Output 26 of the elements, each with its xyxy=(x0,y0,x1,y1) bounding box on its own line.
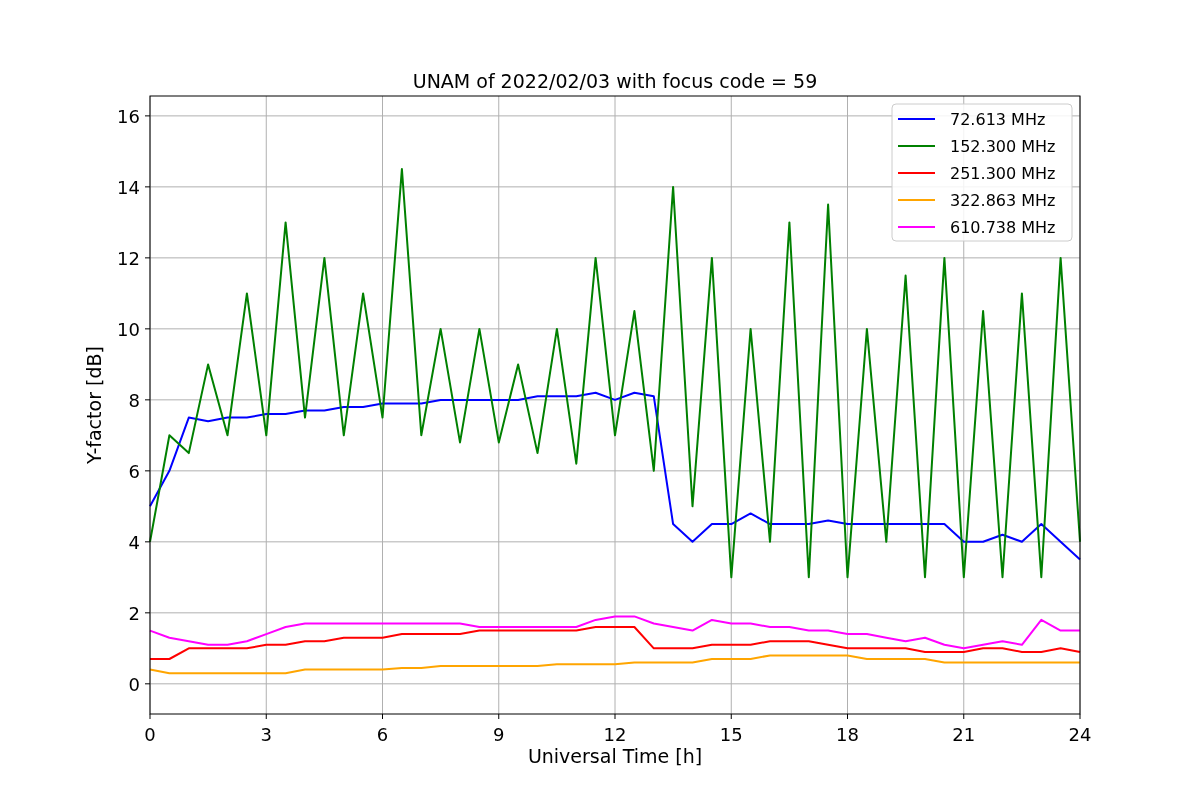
y-tick-label: 0 xyxy=(128,673,140,695)
x-tick-label: 3 xyxy=(260,724,272,745)
y-tick-label: 8 xyxy=(128,389,140,411)
y-tick-label: 14 xyxy=(117,176,140,198)
legend-label: 251.300 MHz xyxy=(950,164,1056,183)
x-tick-label: 9 xyxy=(493,724,505,745)
y-tick-label: 16 xyxy=(117,105,140,127)
y-tick-label: 2 xyxy=(128,602,140,624)
x-tick-label: 21 xyxy=(952,724,976,745)
x-tick-label: 24 xyxy=(1068,724,1092,745)
y-axis-label: Y-factor [dB] xyxy=(83,346,105,464)
x-tick-label: 0 xyxy=(144,724,156,745)
legend-label: 152.300 MHz xyxy=(950,137,1056,156)
legend-label: 322.863 MHz xyxy=(950,191,1056,210)
chart-title: UNAM of 2022/02/03 with focus code = 59 xyxy=(412,70,818,92)
x-tick-label: 12 xyxy=(603,724,627,745)
y-tick-label: 4 xyxy=(128,531,140,553)
x-axis-label: Universal Time [h] xyxy=(527,745,703,767)
y-tick-label: 6 xyxy=(128,460,140,482)
y-tick-label: 10 xyxy=(117,318,140,340)
x-tick-label: 18 xyxy=(836,724,859,745)
x-tick-label: 6 xyxy=(376,724,389,745)
legend-label: 72.613 MHz xyxy=(950,110,1046,129)
x-tick-label: 15 xyxy=(719,724,743,745)
y-tick-label: 12 xyxy=(117,247,140,269)
legend-label: 610.738 MHz xyxy=(950,218,1056,237)
